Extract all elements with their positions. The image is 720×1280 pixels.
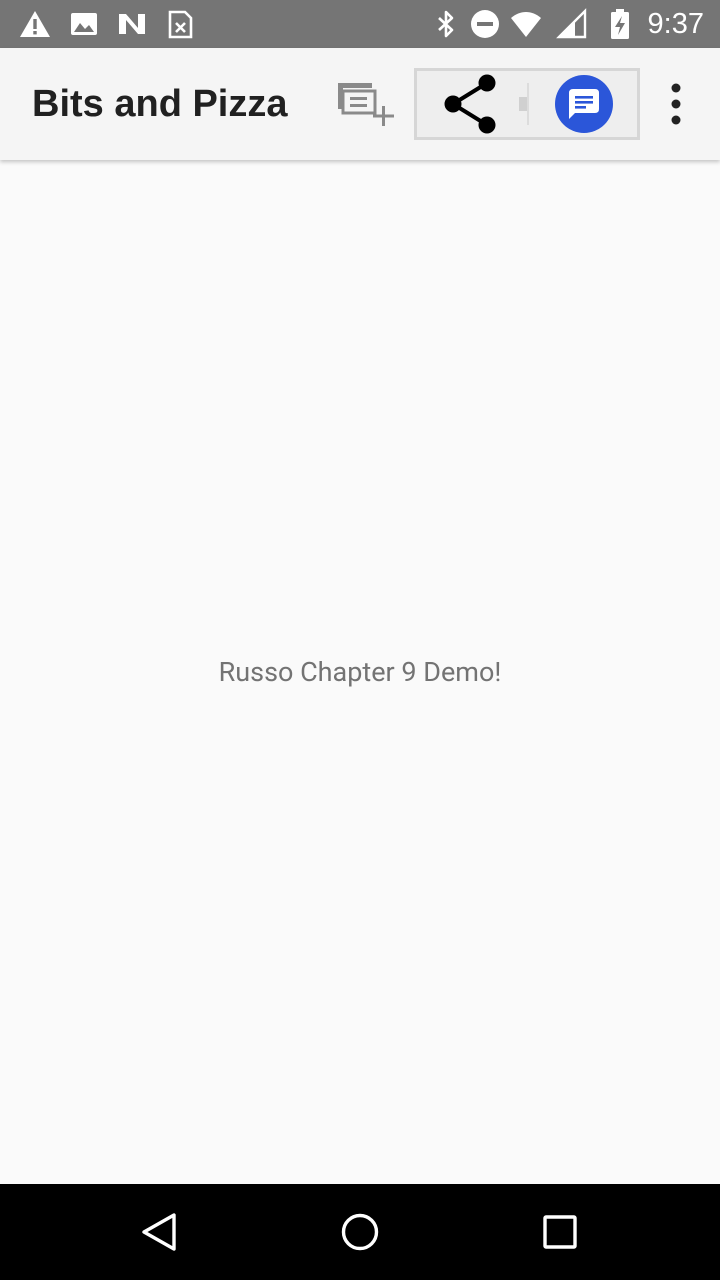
home-icon[interactable] <box>336 1208 384 1256</box>
navigation-bar <box>0 1184 720 1280</box>
share-icon[interactable] <box>417 71 527 137</box>
bluetooth-icon <box>438 10 454 38</box>
recents-icon[interactable] <box>536 1208 584 1256</box>
create-order-icon[interactable] <box>334 78 398 130</box>
app-bar: Bits and Pizza <box>0 48 720 160</box>
app-title: Bits and Pizza <box>32 83 288 125</box>
wifi-icon <box>511 12 541 37</box>
sim-card-icon <box>168 10 193 39</box>
main-content: Russo Chapter 9 Demo! <box>0 160 720 1184</box>
status-bar: 9:37 <box>0 0 720 48</box>
messages-icon[interactable] <box>553 73 615 135</box>
share-action-provider <box>414 68 640 140</box>
share-divider-ghost <box>519 97 527 111</box>
demo-message: Russo Chapter 9 Demo! <box>218 656 502 688</box>
battery-charging-icon <box>611 9 629 39</box>
warning-icon <box>20 11 50 37</box>
status-clock: 9:37 <box>647 8 704 40</box>
do-not-disturb-icon <box>471 10 499 38</box>
image-icon <box>71 13 97 35</box>
share-divider <box>527 83 529 125</box>
cellular-signal-icon <box>556 8 587 39</box>
n-notification-icon <box>119 14 145 34</box>
overflow-menu-icon[interactable] <box>656 76 696 132</box>
back-icon[interactable] <box>136 1208 184 1256</box>
